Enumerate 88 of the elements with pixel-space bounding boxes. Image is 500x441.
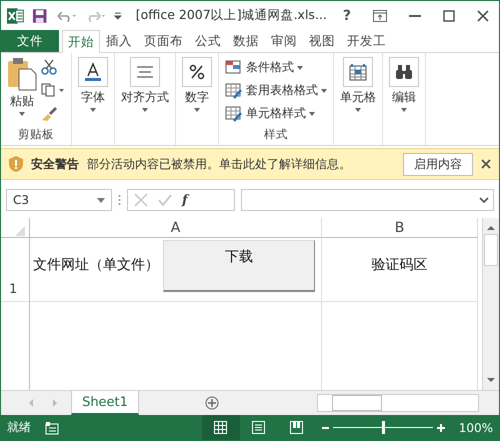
table-icon	[349, 63, 367, 81]
conditional-format-icon	[225, 60, 243, 76]
add-sheet-icon[interactable]	[205, 396, 219, 410]
normal-view-button[interactable]	[202, 415, 240, 440]
insert-function-button[interactable]: f	[182, 192, 188, 208]
styles-menu-item[interactable]: 条件格式	[246, 59, 294, 76]
scissors-icon[interactable]	[41, 59, 57, 75]
caret-icon	[309, 112, 315, 116]
brush-icon[interactable]	[41, 105, 57, 121]
ribbon-tab[interactable]: 页面布	[138, 30, 189, 52]
ribbon-tab[interactable]: 插入	[100, 30, 138, 52]
file-menu-tab[interactable]: 文件	[1, 30, 59, 52]
cell-style-icon	[225, 106, 243, 122]
group-label: 数字	[185, 89, 209, 106]
formula-input[interactable]	[241, 189, 494, 211]
font-color-icon	[84, 62, 102, 82]
cell-text: 验证码区	[372, 256, 428, 274]
check-icon[interactable]	[158, 194, 172, 206]
percent-icon	[189, 64, 205, 80]
warning-shield-icon	[9, 156, 23, 172]
window-title: [office 2007以上]城通网盘.xls...	[136, 7, 327, 24]
caret-icon	[355, 108, 361, 112]
caret-icon	[297, 66, 303, 70]
caret-icon	[90, 108, 96, 112]
ribbon-tab[interactable]: 视图	[303, 30, 341, 52]
status-text: 就绪	[7, 419, 31, 436]
align-button[interactable]	[130, 57, 160, 87]
ribbon-tab[interactable]: 公式	[189, 30, 227, 52]
paste-icon[interactable]	[7, 57, 37, 91]
group-label: 样式	[264, 127, 288, 141]
warning-title: 安全警告	[31, 156, 79, 172]
scroll-thumb[interactable]	[484, 234, 498, 266]
zoom-level[interactable]: 100%	[458, 420, 493, 434]
maximize-icon[interactable]	[443, 10, 455, 22]
grid-icon	[214, 421, 228, 434]
group-label: 单元格	[340, 89, 376, 106]
horizontal-scrollbar[interactable]	[317, 394, 479, 412]
ribbon-display-icon[interactable]	[373, 10, 387, 22]
styles-menu-item[interactable]: 套用表格格式	[246, 82, 318, 99]
zoom-in-icon[interactable]	[436, 424, 445, 432]
warning-message[interactable]: 部分活动内容已被禁用。单击此处了解详细信息。	[87, 156, 351, 172]
name-box[interactable]: C3	[6, 189, 112, 211]
page-icon	[252, 421, 266, 434]
cell-text: 文件网址（单文件）	[33, 256, 159, 274]
font-button[interactable]	[78, 57, 108, 87]
caret-icon	[19, 112, 25, 116]
binoculars-icon	[395, 65, 413, 79]
close-icon[interactable]	[481, 159, 491, 169]
sheet-tab[interactable]: Sheet1	[71, 391, 139, 415]
row-header[interactable]: 1	[9, 282, 18, 297]
ribbon-tab[interactable]: 数据	[227, 30, 265, 52]
number-button[interactable]	[182, 57, 212, 87]
caret-icon	[321, 88, 327, 92]
styles-menu-item[interactable]: 单元格样式	[246, 105, 306, 122]
dropdown-arrow-icon[interactable]	[97, 198, 105, 202]
caret-icon	[142, 108, 148, 112]
scroll-down-icon[interactable]	[486, 376, 496, 384]
group-label: 对齐方式	[121, 89, 169, 106]
enable-content-button[interactable]: 启用内容	[403, 152, 473, 176]
close-icon[interactable]	[477, 10, 489, 22]
column-header[interactable]: A	[170, 220, 180, 236]
minimize-icon[interactable]	[409, 14, 421, 16]
more-icon	[118, 194, 121, 206]
save-icon[interactable]	[32, 8, 48, 24]
align-icon	[136, 66, 154, 78]
customize-toolbar-icon[interactable]	[114, 12, 122, 20]
cells-button[interactable]	[343, 57, 373, 87]
group-label: 字体	[81, 89, 105, 106]
macro-record-icon[interactable]	[45, 420, 59, 434]
column-header[interactable]: B	[394, 220, 404, 236]
group-label: 编辑	[392, 89, 416, 106]
group-label: 剪贴板	[18, 127, 54, 141]
caret-icon	[401, 108, 407, 112]
paste-label: 粘贴	[10, 93, 34, 110]
ribbon-tab[interactable]: 开发工	[341, 30, 392, 52]
help-button[interactable]: ?	[342, 8, 351, 24]
excel-logo-icon	[7, 8, 24, 24]
ribbon-tab[interactable]: 审阅	[265, 30, 303, 52]
ribbon-tab[interactable]: 开始	[62, 30, 100, 53]
caret-icon	[194, 108, 200, 112]
download-button[interactable]: 下载	[163, 240, 315, 292]
expand-icon[interactable]	[479, 197, 489, 203]
undo-icon[interactable]	[56, 10, 77, 22]
scroll-up-icon[interactable]	[486, 224, 496, 232]
copy-icon[interactable]	[41, 83, 65, 97]
edit-button[interactable]	[389, 57, 419, 87]
table-format-icon	[225, 82, 243, 98]
page-break-icon	[290, 421, 304, 434]
